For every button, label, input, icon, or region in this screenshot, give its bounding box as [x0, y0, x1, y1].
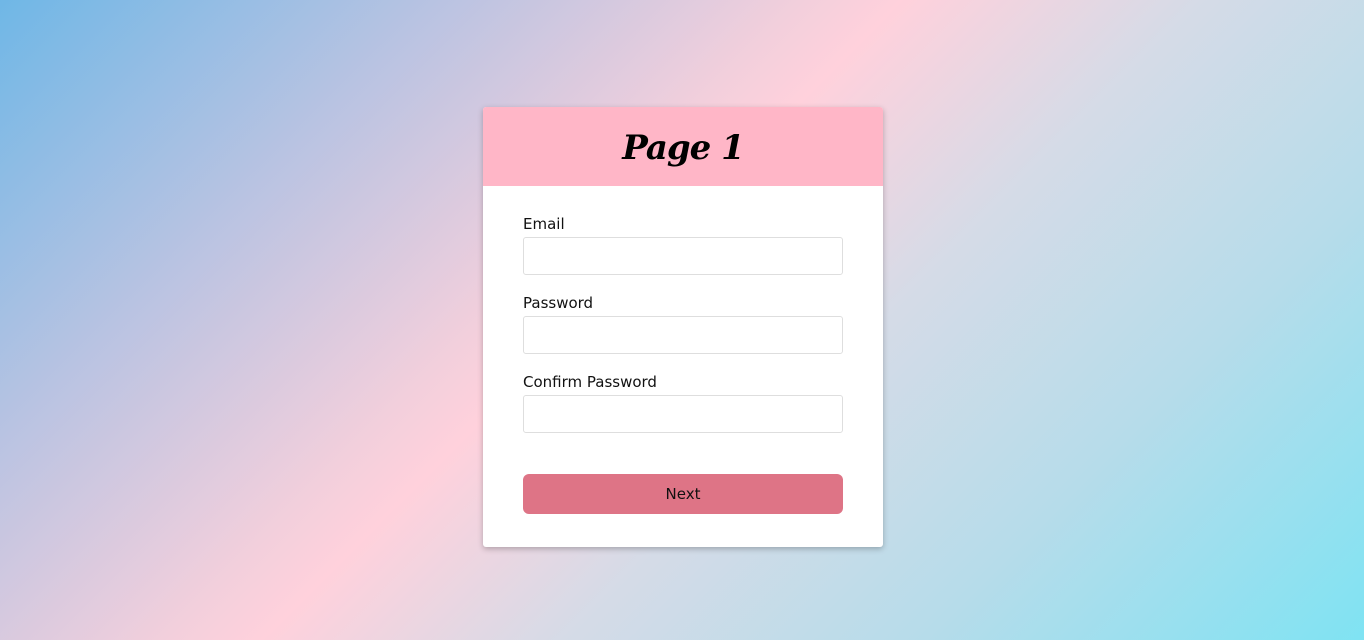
registration-card: Page 1 Email Password Confirm Password N…: [483, 107, 883, 547]
email-field-group: Email: [523, 214, 843, 275]
password-field-group: Password: [523, 293, 843, 354]
password-field[interactable]: [523, 316, 843, 354]
confirm-password-label: Confirm Password: [523, 373, 657, 391]
password-label: Password: [523, 294, 594, 312]
registration-form: Email Password Confirm Password Next: [483, 186, 883, 514]
email-label: Email: [523, 215, 565, 233]
confirm-password-field-group: Confirm Password: [523, 372, 843, 433]
page-title: Page 1: [622, 127, 745, 168]
email-field[interactable]: [523, 237, 843, 275]
next-button[interactable]: Next: [523, 474, 843, 514]
confirm-password-field[interactable]: [523, 395, 843, 433]
card-header: Page 1: [483, 107, 883, 186]
